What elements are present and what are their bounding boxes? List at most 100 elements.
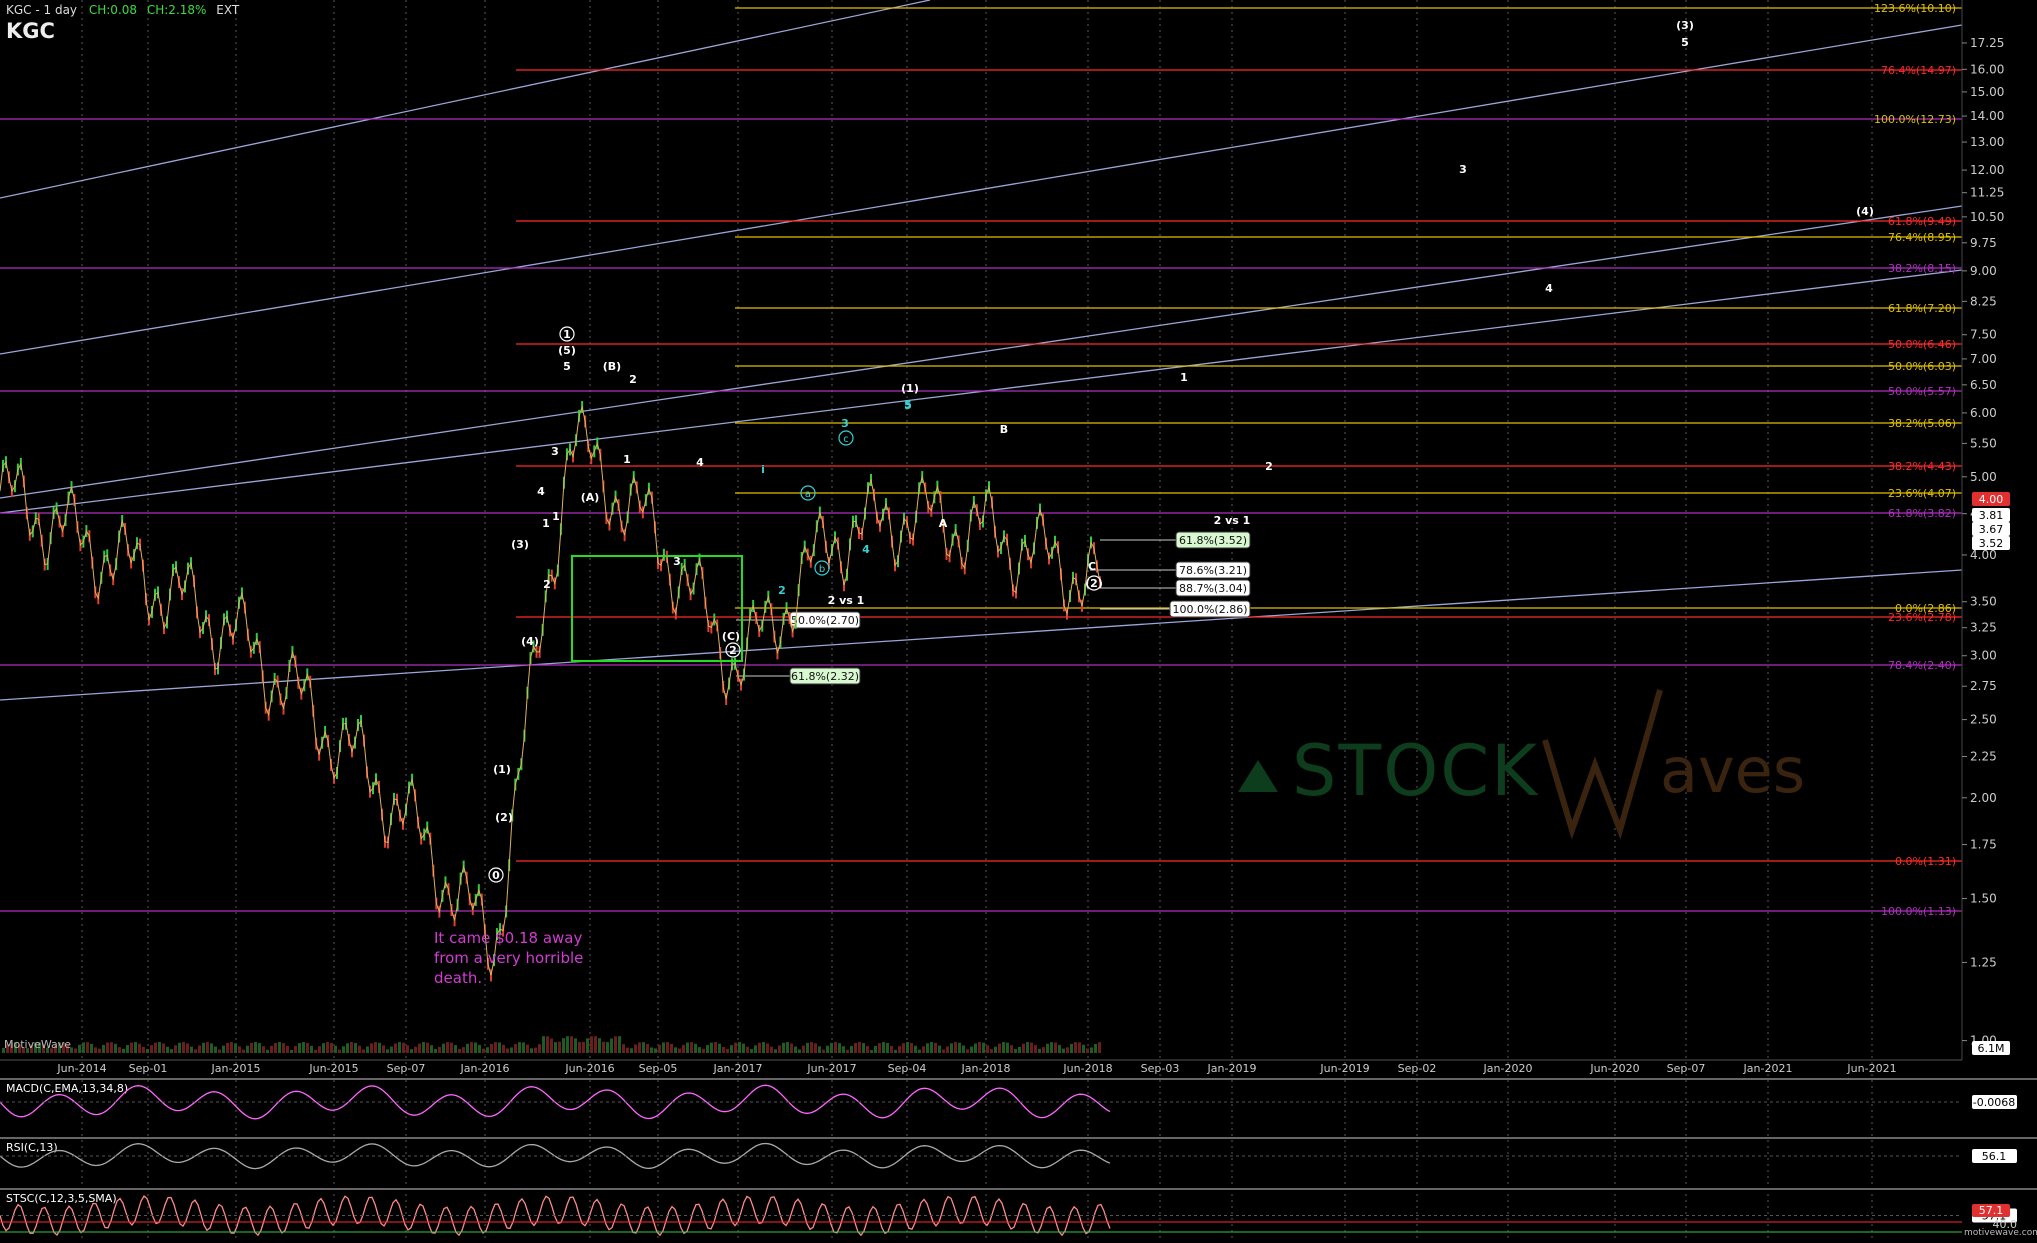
wave-label: i [761,463,765,476]
volume-bar [398,1042,401,1053]
volume-bar [758,1042,761,1053]
volume-bar [162,1043,165,1053]
volume-bar [762,1042,765,1053]
volume-bar [1006,1042,1009,1053]
volume-bar [934,1042,937,1053]
volume-bar [830,1042,833,1053]
volume-bar [1010,1045,1013,1053]
volume-bar [142,1046,145,1053]
volume-bar [842,1046,845,1053]
volume-bar [382,1045,385,1053]
volume-bar [890,1045,893,1053]
y-tick-label: 15.00 [1970,85,2004,99]
volume-bar [370,1043,373,1053]
volume-bar [190,1046,193,1053]
channel-line [0,569,1963,701]
wave-label: (3) [1676,19,1694,32]
price-chart[interactable]: 123.6%(10.10) 76.4%(14.97) 100.0%(12.73) 61… [0,0,2037,1239]
volume-bar [566,1036,569,1053]
wave-label: A [939,517,948,530]
volume-bar [874,1046,877,1053]
volume-bar [858,1042,861,1053]
volume-bar [226,1042,229,1053]
volume-bar [638,1042,641,1053]
fib-label: 123.6%(10.10) [1874,2,1956,15]
volume-bar [186,1043,189,1053]
fib-label: 23.6%(4.07) [1888,487,1956,500]
volume-bar [910,1042,913,1053]
volume-bar [966,1049,969,1053]
y-tick-label: 9.75 [1970,236,1997,250]
volume-bar [302,1042,305,1053]
volume-bar [726,1048,729,1053]
y-tick-label: 11.25 [1970,186,2004,200]
volume-bar [1022,1043,1025,1053]
volume-bar [238,1046,241,1053]
x-tick-label: Jun-2014 [56,1062,106,1075]
fib-box-label: 88.7%(3.04) [1179,582,1247,595]
volume-bar [406,1045,409,1053]
volume-bar [82,1042,85,1053]
price-badge-label: 3.52 [1979,537,2004,550]
volume-bar [578,1041,581,1053]
volume-bar [994,1046,997,1053]
symbol-title: KGC [6,19,55,43]
price-badge-label: 3.67 [1979,523,2004,536]
wave-label: 5 [563,360,571,373]
volume-bar [826,1045,829,1053]
volume-bar [446,1042,449,1053]
watermark-triangle-icon [1238,760,1278,792]
volume-bar [430,1045,433,1053]
volume-bar [402,1042,405,1053]
volume-bar [698,1047,701,1053]
volume-bar [914,1045,917,1053]
volume-bar [458,1048,461,1053]
volume-bar [674,1047,677,1053]
volume-bar [314,1049,317,1053]
volume-bar [970,1046,973,1053]
volume-bar [822,1049,825,1053]
wave-label: 4 [696,456,704,469]
volume-bar [530,1048,533,1053]
chart-root: 123.6%(10.10) 76.4%(14.97) 100.0%(12.73) 61… [0,0,2037,1239]
volume-bar [206,1042,209,1053]
volume-bar [834,1042,837,1053]
volume-bar [306,1043,309,1053]
volume-bar [570,1036,573,1053]
volume-bar [198,1045,201,1053]
volume-bar [126,1045,129,1053]
x-tick-label: Sep-03 [1141,1062,1180,1075]
volume-bar [666,1042,669,1053]
volume-bar [582,1041,585,1053]
x-tick-label: Sep-05 [639,1062,678,1075]
fib-box-label: 61.8%(2.32) [791,670,859,683]
volume-bar [978,1042,981,1053]
fib-label: 23.6%(2.78) [1888,611,1956,624]
volume-bar [782,1042,785,1053]
volume-bar [294,1046,297,1053]
volume-bar [1046,1043,1049,1053]
y-tick-label: 1.25 [1970,955,1997,969]
volume-bar [790,1043,793,1053]
volume-bar [346,1043,349,1053]
volume-bar [662,1042,665,1053]
note-line: death. [434,969,483,987]
volume-bar [98,1048,101,1053]
volume-bar [734,1042,737,1053]
volume-bar [422,1042,425,1053]
y-tick-label: 2.00 [1970,791,1997,805]
volume-bar [1082,1044,1085,1053]
volume-bar [1030,1042,1033,1053]
volume-bar [686,1042,689,1053]
volume-bar [738,1042,741,1053]
demand-box[interactable] [571,555,743,662]
volume-bar [506,1048,509,1053]
y-tick-label: 17.25 [1970,36,2004,50]
y-tick-label: 3.25 [1970,621,1997,635]
volume-bar [866,1046,869,1053]
volume-bar [266,1049,269,1053]
volume-bar [410,1049,413,1053]
volume-bar [1034,1045,1037,1053]
volume-bar [846,1049,849,1053]
volume-bar [278,1042,281,1053]
